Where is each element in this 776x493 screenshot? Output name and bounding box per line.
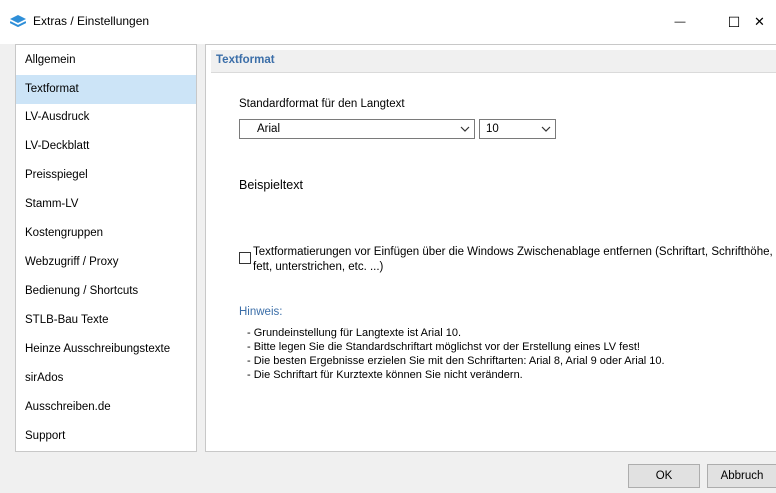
sample-text: Beispieltext bbox=[239, 178, 303, 192]
hint-title: Hinweis: bbox=[239, 306, 283, 318]
hint-line: - Die Schriftart für Kurztexte können Si… bbox=[247, 369, 523, 381]
maximize-icon: ☐ bbox=[727, 13, 741, 30]
sidebar-item-heinze-ausschreibungstexte[interactable]: Heinze Ausschreibungstexte bbox=[16, 335, 196, 364]
font-select[interactable]: Arial bbox=[239, 119, 475, 139]
minimize-button[interactable]: — bbox=[657, 0, 703, 44]
strip-formatting-label-line2: fett, unterstrichen, etc. ...) bbox=[253, 261, 384, 273]
strip-formatting-checkbox[interactable] bbox=[239, 252, 251, 264]
title-bar: Extras / Einstellungen — ☐ ✕ bbox=[0, 0, 776, 44]
strip-formatting-label-line1: Textformatierungen vor Einfügen über die… bbox=[253, 246, 773, 258]
cancel-button[interactable]: Abbruch bbox=[707, 464, 776, 488]
sidebar-item-bedienung-shortcuts[interactable]: Bedienung / Shortcuts bbox=[16, 277, 196, 306]
sidebar-item-textformat[interactable]: Textformat bbox=[16, 75, 196, 104]
settings-sidebar: Allgemein Textformat LV-Ausdruck LV-Deck… bbox=[15, 44, 197, 452]
settings-panel: Textformat Standardformat für den Langte… bbox=[205, 44, 776, 452]
chevron-down-icon bbox=[541, 126, 551, 132]
sidebar-item-preisspiegel[interactable]: Preisspiegel bbox=[16, 161, 196, 190]
sidebar-item-webzugriff-proxy[interactable]: Webzugriff / Proxy bbox=[16, 248, 196, 277]
sidebar-item-allgemein[interactable]: Allgemein bbox=[16, 46, 196, 75]
close-button[interactable]: ✕ bbox=[754, 0, 776, 44]
window-title: Extras / Einstellungen bbox=[33, 14, 150, 28]
font-size-select[interactable]: 10 bbox=[479, 119, 556, 139]
maximize-button[interactable]: ☐ bbox=[711, 0, 757, 44]
sidebar-item-stamm-lv[interactable]: Stamm-LV bbox=[16, 190, 196, 219]
format-label: Standardformat für den Langtext bbox=[239, 98, 405, 110]
font-select-value: Arial bbox=[257, 123, 281, 135]
chevron-down-icon bbox=[460, 126, 470, 132]
sidebar-item-stlb-bau-texte[interactable]: STLB-Bau Texte bbox=[16, 306, 196, 335]
font-size-select-value: 10 bbox=[486, 123, 499, 135]
panel-header: Textformat bbox=[211, 50, 776, 73]
hint-line: - Die besten Ergebnisse erzielen Sie mit… bbox=[247, 355, 665, 367]
sidebar-item-support[interactable]: Support bbox=[16, 422, 196, 451]
sidebar-item-siradosy[interactable]: sirAdos bbox=[16, 364, 196, 393]
minimize-icon: — bbox=[674, 16, 686, 28]
hint-line: - Grundeinstellung für Langtexte ist Ari… bbox=[247, 327, 462, 339]
sidebar-item-kostengruppen[interactable]: Kostengruppen bbox=[16, 219, 196, 248]
sidebar-item-lv-ausdruck[interactable]: LV-Ausdruck bbox=[16, 103, 196, 132]
panel-title: Textformat bbox=[216, 54, 275, 66]
ok-button[interactable]: OK bbox=[628, 464, 700, 488]
close-icon: ✕ bbox=[754, 14, 765, 29]
app-icon bbox=[10, 15, 26, 27]
sidebar-item-lv-deckblatt[interactable]: LV-Deckblatt bbox=[16, 132, 196, 161]
sidebar-item-ausschreiben-de[interactable]: Ausschreiben.de bbox=[16, 393, 196, 422]
hint-line: - Bitte legen Sie die Standardschriftart… bbox=[247, 341, 640, 353]
